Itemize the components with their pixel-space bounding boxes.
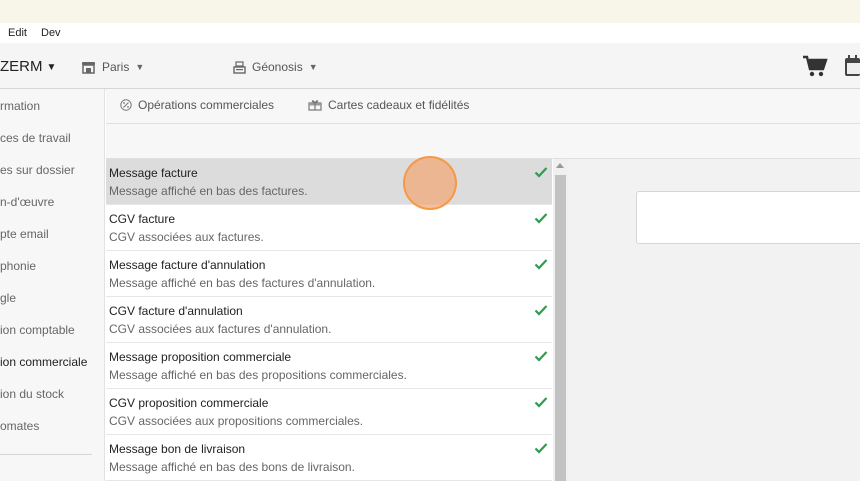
scroll-up-arrow-icon[interactable] xyxy=(556,163,564,168)
sidebar-item-automations[interactable]: omates xyxy=(0,419,39,433)
sidebar-item-information[interactable]: rmation xyxy=(0,99,40,113)
menu-dev[interactable]: Dev xyxy=(41,27,61,39)
gift-icon xyxy=(308,100,322,111)
sidebar-item-workspaces[interactable]: ces de travail xyxy=(0,131,71,145)
sidebar-item-labor[interactable]: n-d'œuvre xyxy=(0,195,54,209)
calendar-icon[interactable] xyxy=(844,55,860,77)
list-item-description: CGV associées aux factures. xyxy=(109,230,264,244)
list-item-description: Message affiché en bas des factures d'an… xyxy=(109,276,376,290)
check-icon xyxy=(534,259,548,270)
tab-gift-cards[interactable]: Cartes cadeaux et fidélités xyxy=(308,98,469,112)
cursor-highlight xyxy=(403,156,457,210)
check-icon xyxy=(534,443,548,454)
list-item[interactable]: CGV proposition commerciale CGV associée… xyxy=(106,389,552,435)
location-selector-paris[interactable]: Paris ▼ xyxy=(81,60,144,74)
tab-label: Cartes cadeaux et fidélités xyxy=(328,98,470,112)
sidebar-item-commercial[interactable]: ion commerciale xyxy=(0,355,87,369)
tab-bar: Opérations commerciales Cartes cadeaux e… xyxy=(106,89,860,124)
sidebar-item-stock[interactable]: ion du stock xyxy=(0,387,64,401)
scrollbar-thumb[interactable] xyxy=(555,175,566,481)
menubar: Edit Dev xyxy=(0,23,860,43)
list-item[interactable]: CGV facture d'annulation CGV associées a… xyxy=(106,297,552,343)
sidebar-item-email-account[interactable]: pte email xyxy=(0,227,49,241)
check-icon xyxy=(534,213,548,224)
tab-commercial-operations[interactable]: Opérations commerciales xyxy=(120,98,274,112)
list-item-title: Message facture xyxy=(109,166,198,180)
list-item-description: Message affiché en bas des factures. xyxy=(109,184,308,198)
tab-label: Opérations commerciales xyxy=(138,98,275,112)
list-item-description: Message affiché en bas des propositions … xyxy=(109,368,407,382)
store-icon xyxy=(82,61,95,74)
menu-edit[interactable]: Edit xyxy=(8,27,27,39)
caret-down-icon: ▼ xyxy=(135,62,145,72)
percent-icon xyxy=(120,99,132,111)
sidebar-item-accounting[interactable]: ion comptable xyxy=(0,323,75,337)
message-editor[interactable] xyxy=(636,191,860,244)
list-item[interactable]: CGV facture CGV associées aux factures. xyxy=(106,205,552,251)
check-icon xyxy=(534,167,548,178)
list-scrollbar[interactable] xyxy=(553,159,568,481)
window-top-strip xyxy=(0,0,860,23)
list-item-description: CGV associées aux factures d'annulation. xyxy=(109,322,332,336)
settings-sidebar: rmation ces de travail es sur dossier n-… xyxy=(0,89,105,481)
sub-toolbar xyxy=(106,124,860,159)
register-icon xyxy=(233,60,246,74)
list-item-title: Message proposition commerciale xyxy=(109,350,292,364)
company-name: ZERM xyxy=(0,58,43,75)
check-icon xyxy=(534,397,548,408)
list-item-description: Message affiché en bas des bons de livra… xyxy=(109,460,355,474)
list-item-title: CGV facture d'annulation xyxy=(109,304,243,318)
company-selector[interactable]: ZERM ▼ xyxy=(0,58,56,75)
sidebar-item-google[interactable]: gle xyxy=(0,291,16,305)
location-label: Géonosis xyxy=(252,60,303,74)
list-item[interactable]: Message facture Message affiché en bas d… xyxy=(106,159,552,205)
check-icon xyxy=(534,351,548,362)
location-label: Paris xyxy=(102,60,130,74)
app-header: ZERM ▼ Paris ▼ Géonosis ▼ xyxy=(0,43,860,89)
cart-icon[interactable] xyxy=(802,55,828,77)
caret-down-icon: ▼ xyxy=(46,62,57,73)
sidebar-item-telephony[interactable]: phonie xyxy=(0,259,36,273)
list-item-description: CGV associées aux propositions commercia… xyxy=(109,414,364,428)
check-icon xyxy=(534,305,548,316)
detail-panel xyxy=(568,159,860,481)
list-item-title: CGV proposition commerciale xyxy=(109,396,269,410)
settings-list: Message facture Message affiché en bas d… xyxy=(106,159,552,481)
list-item[interactable]: Message bon de livraison Message affiché… xyxy=(106,435,552,481)
caret-down-icon: ▼ xyxy=(308,62,318,72)
list-item[interactable]: Message proposition commerciale Message … xyxy=(106,343,552,389)
location-selector-geonosis[interactable]: Géonosis ▼ xyxy=(233,60,318,74)
list-item-title: Message facture d'annulation xyxy=(109,258,266,272)
sidebar-divider xyxy=(0,454,92,455)
list-item-title: CGV facture xyxy=(109,212,176,226)
list-item[interactable]: Message facture d'annulation Message aff… xyxy=(106,251,552,297)
list-item-title: Message bon de livraison xyxy=(109,442,246,456)
sidebar-item-file-settings[interactable]: es sur dossier xyxy=(0,163,75,177)
